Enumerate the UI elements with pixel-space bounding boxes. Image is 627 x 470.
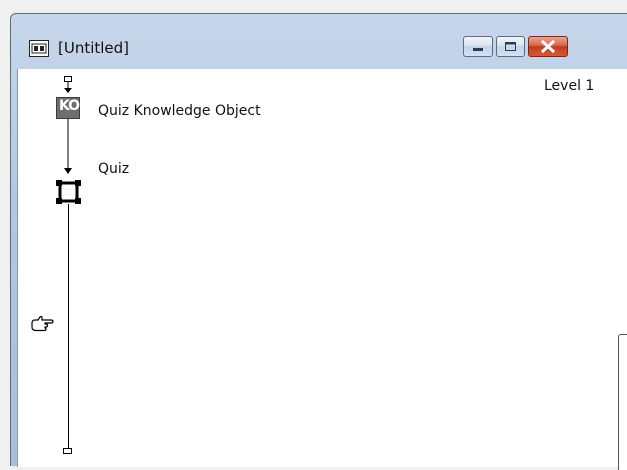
maximize-icon [505,42,516,51]
flowline-end-icon [63,448,72,454]
framework-icon[interactable] [56,175,81,205]
knowledge-object-label[interactable]: Quiz Knowledge Object [98,103,261,119]
close-button[interactable] [528,36,568,57]
flowline[interactable] [68,204,69,454]
knowledge-object-icon[interactable]: KO [56,97,80,119]
window-title: [Untitled] [58,39,130,57]
document-window: [Untitled] Level 1 KO Quiz Knowledge Obj… [10,13,627,470]
flowline-start-icon [64,76,72,93]
app-icon[interactable] [29,40,49,57]
minimize-icon [473,48,483,51]
flowline-arrow-icon [64,119,72,174]
close-icon [540,39,556,54]
maximize-button[interactable] [496,36,525,57]
quiz-label[interactable]: Quiz [98,161,129,177]
level-label: Level 1 [544,78,595,94]
adjacent-window-edge [618,334,627,470]
flowchart-canvas[interactable]: Level 1 KO Quiz Knowledge Object Quiz [17,69,627,470]
minimize-button[interactable] [463,36,493,57]
pointing-hand-icon[interactable] [31,315,55,333]
title-bar[interactable]: [Untitled] [11,14,627,70]
